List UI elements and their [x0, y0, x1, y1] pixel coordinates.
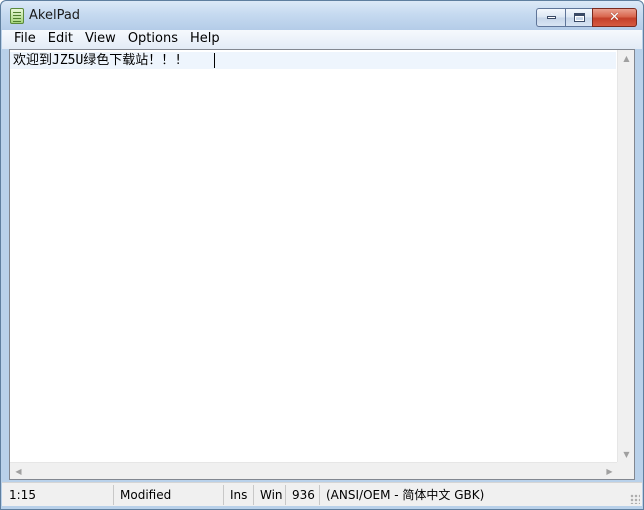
status-cursor-position[interactable]: 1:15	[2, 485, 114, 505]
maximize-button[interactable]	[565, 8, 592, 27]
menu-options[interactable]: Options	[122, 30, 184, 49]
status-modified: Modified	[114, 485, 224, 505]
scroll-right-arrow-icon[interactable]: ▶	[601, 463, 618, 480]
minimize-button[interactable]	[536, 8, 565, 27]
text-caret	[214, 53, 215, 68]
resize-grip-icon[interactable]	[630, 494, 640, 504]
caption-buttons: ✕	[536, 8, 637, 27]
status-codepage[interactable]: 936	[286, 485, 320, 505]
scroll-down-arrow-icon[interactable]: ▼	[618, 446, 635, 463]
title-bar[interactable]: AkelPad ✕	[1, 1, 643, 30]
horizontal-scrollbar[interactable]: ◀ ▶	[10, 462, 618, 479]
minimize-icon	[546, 16, 556, 19]
menu-bar: File Edit View Options Help	[2, 30, 642, 49]
menu-view[interactable]: View	[79, 30, 122, 49]
scroll-left-arrow-icon[interactable]: ◀	[10, 463, 27, 480]
scroll-up-arrow-icon[interactable]: ▲	[618, 50, 635, 67]
status-insert-mode[interactable]: Ins	[224, 485, 254, 505]
close-icon: ✕	[609, 10, 620, 25]
maximize-icon	[573, 13, 585, 22]
app-window: AkelPad ✕ File Edit View Options Help 欢迎…	[0, 0, 644, 510]
vertical-scrollbar[interactable]: ▲ ▼	[617, 50, 634, 463]
status-newline[interactable]: Win	[254, 485, 286, 505]
text-area[interactable]: 欢迎到JZ5U绿色下载站！！!	[10, 50, 618, 463]
scroll-corner	[617, 462, 634, 479]
status-encoding[interactable]: (ANSI/OEM - 简体中文 GBK)	[320, 485, 642, 505]
text-line[interactable]: 欢迎到JZ5U绿色下载站！！!	[13, 52, 182, 69]
menu-help[interactable]: Help	[184, 30, 226, 49]
menu-edit[interactable]: Edit	[42, 30, 79, 49]
close-button[interactable]: ✕	[592, 8, 637, 27]
menu-file[interactable]: File	[8, 30, 42, 49]
notepad-icon[interactable]	[10, 8, 24, 24]
editor-pane[interactable]: 欢迎到JZ5U绿色下载站！！! ▲ ▼ ◀ ▶	[9, 49, 635, 480]
window-title: AkelPad	[29, 8, 81, 23]
status-bar: 1:15 Modified Ins Win 936 (ANSI/OEM - 简体…	[2, 482, 642, 506]
